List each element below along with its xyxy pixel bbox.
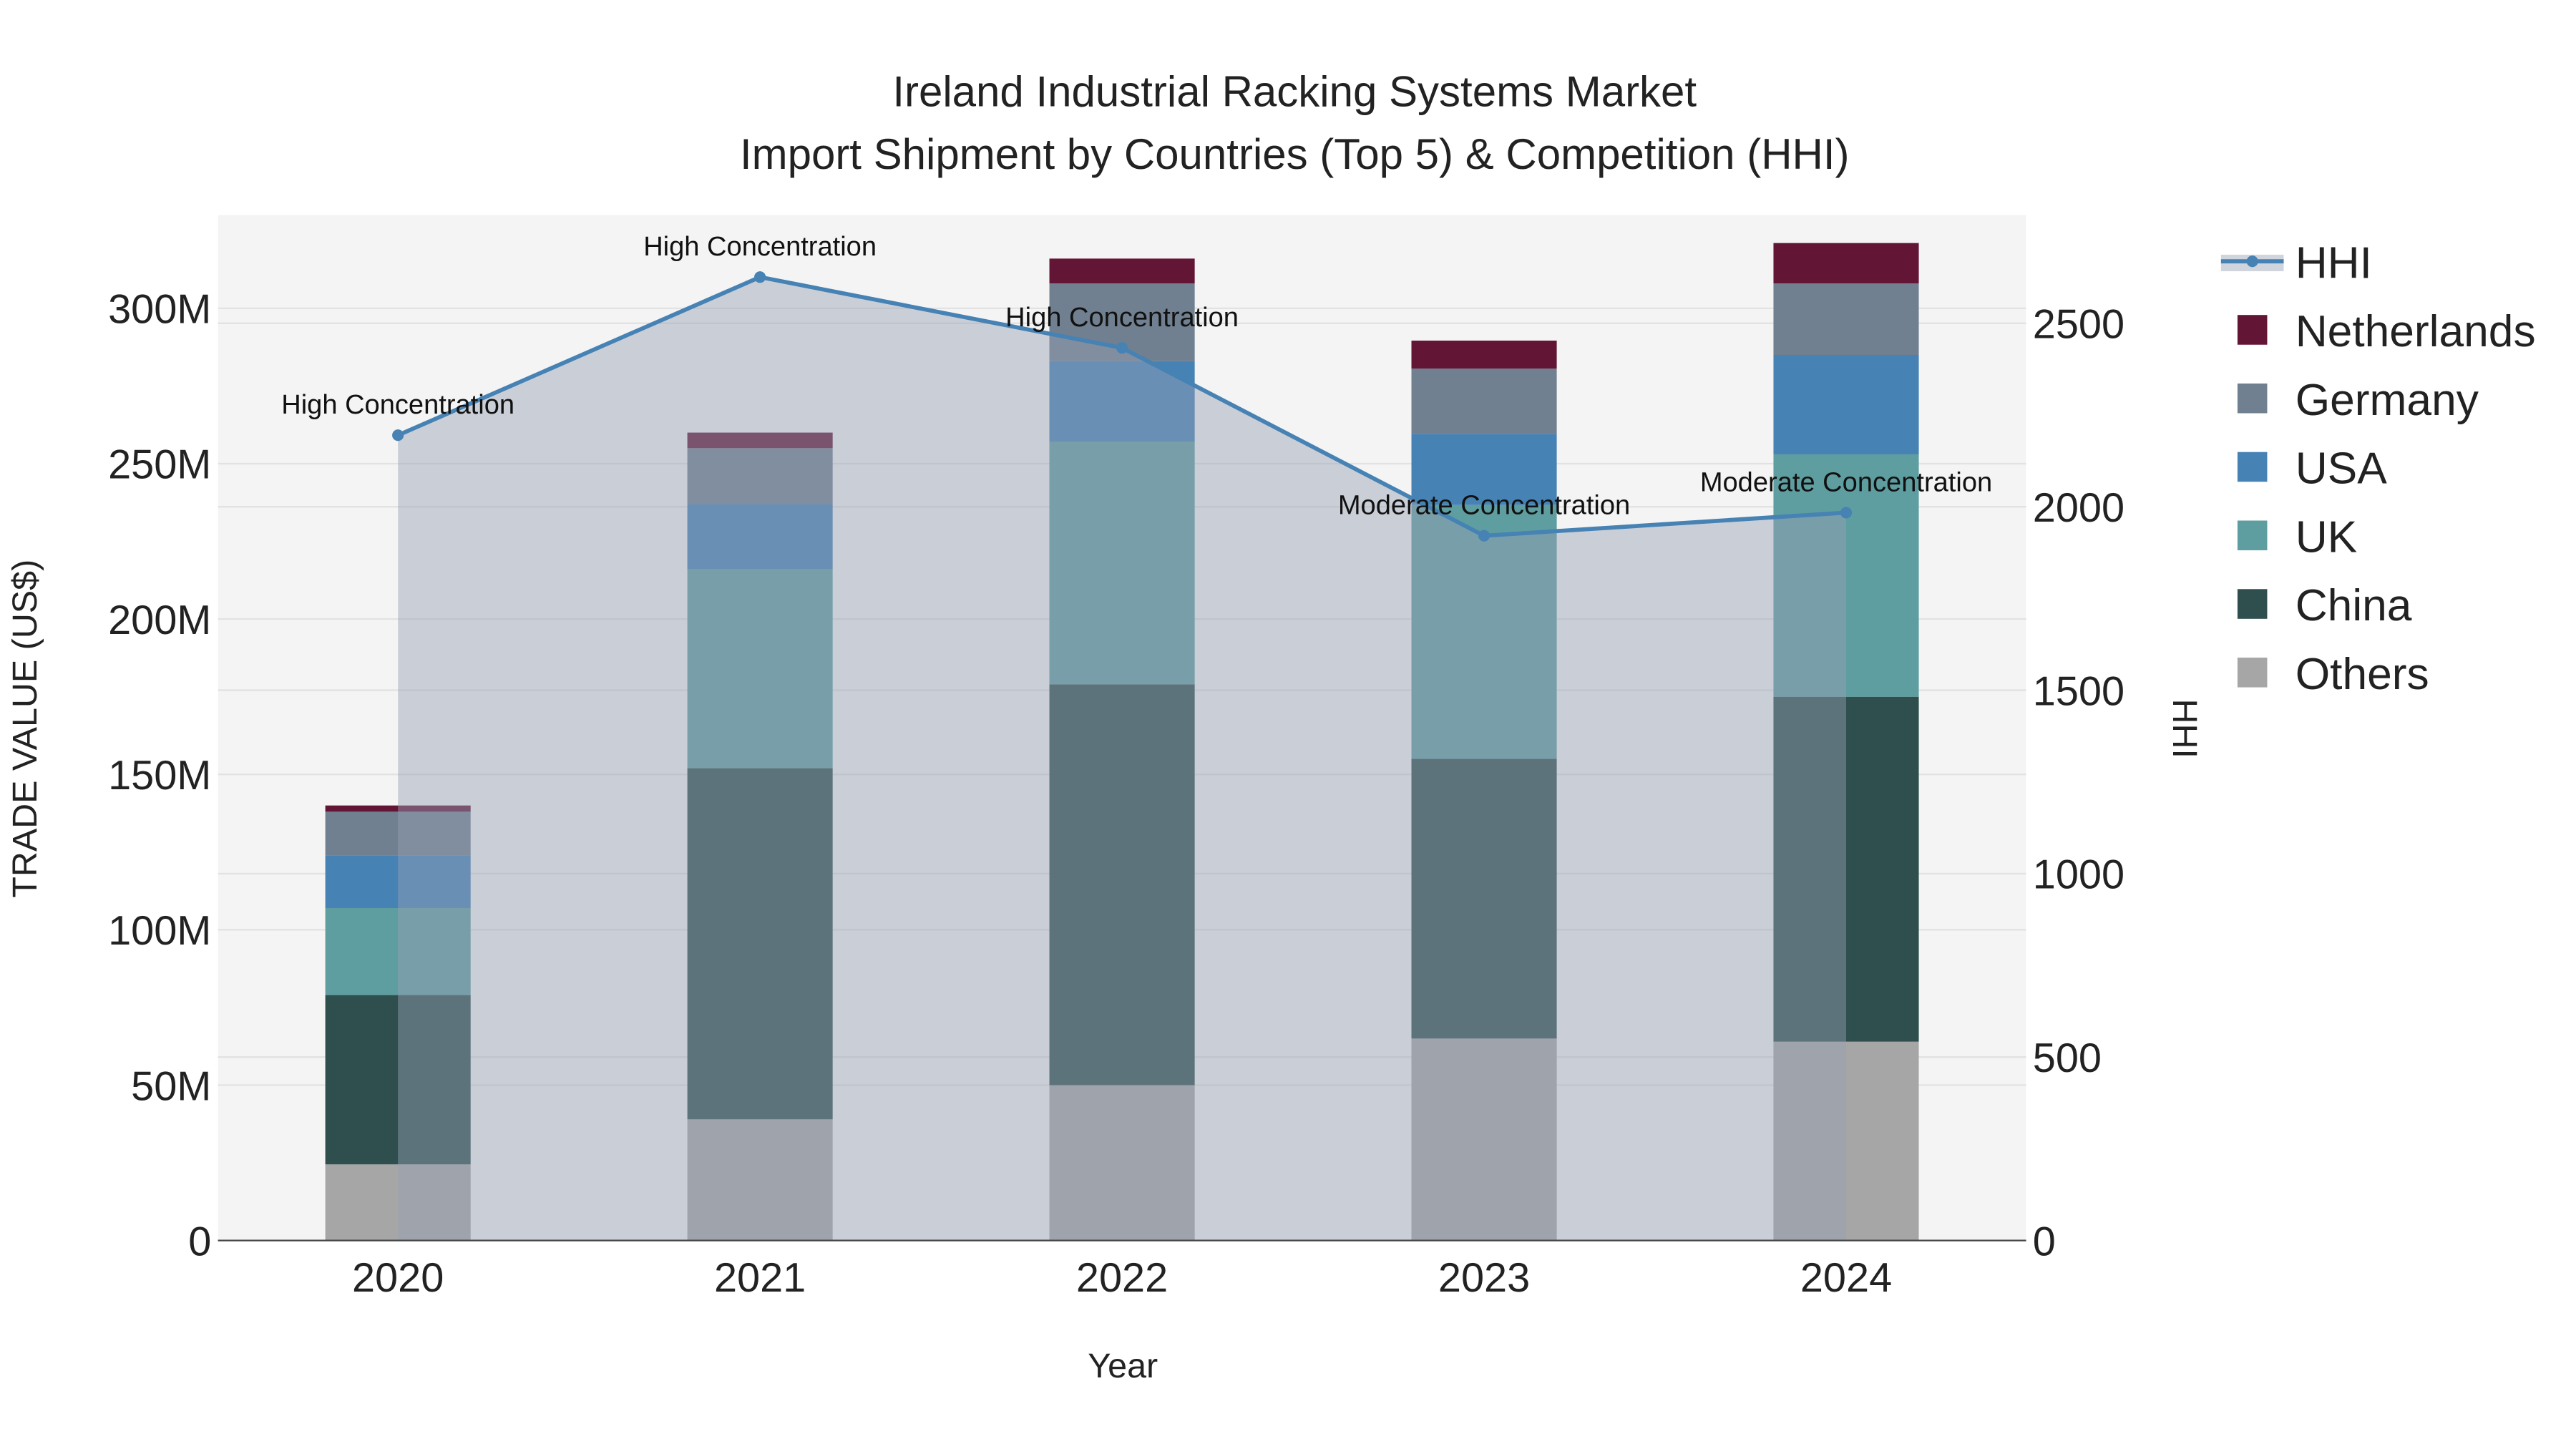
legend-swatch-usa [2237,452,2268,482]
legend-label-germany: Germany [2296,376,2479,425]
y-tick-label: 100M [108,908,211,954]
y2-axis-ticks: 0 500 1000 1500 2000 2500 [2033,302,2124,1265]
y-tick-label: 150M [108,753,211,799]
hhi-point [1840,507,1853,519]
y2-tick-label: 0 [2033,1219,2056,1264]
bar-usa-2024 [1773,354,1919,454]
y2-tick-label: 2000 [2033,485,2124,531]
chart-title-line1: Ireland Industrial Racking Systems Marke… [892,67,1697,115]
hhi-point [1116,342,1128,354]
hhi-point [392,429,404,441]
chart-title-line2: Import Shipment by Countries (Top 5) & C… [740,130,1850,178]
legend-label-others: Others [2296,650,2429,699]
y2-axis-title: HHI [2165,699,2204,758]
legend: HHI Netherlands Germany USA UK China Others [2220,238,2536,699]
bar-netherlands-2023 [1411,341,1557,369]
legend-label-uk: UK [2296,512,2358,562]
hhi-annotation: Moderate Concentration [1338,491,1630,521]
y-tick-label: 0 [188,1219,211,1264]
hhi-annotation: High Concentration [281,390,514,420]
y-axis-title: TRADE VALUE (US$) [6,560,44,898]
legend-swatch-china [2237,589,2268,619]
legend-swatch-others [2237,658,2268,688]
hhi-annotation: Moderate Concentration [1700,467,1992,497]
y-tick-label: 300M [108,287,211,333]
legend-swatch-uk [2237,520,2268,551]
x-tick-label: 2023 [1438,1255,1530,1301]
bar-netherlands-2022 [1049,258,1195,284]
legend-swatch-netherlands [2237,315,2268,345]
x-axis-title: Year [1088,1347,1158,1385]
chart: High Concentration High Concentration High… [6,67,2536,1385]
hhi-annotation: High Concentration [1005,303,1239,333]
legend-label-usa: USA [2296,444,2388,494]
x-tick-label: 2022 [1076,1255,1168,1301]
y2-tick-label: 2500 [2033,302,2124,348]
legend-label-hhi: HHI [2296,238,2372,288]
legend-label-china: China [2296,581,2412,630]
y2-tick-label: 500 [2033,1035,2102,1081]
legend-swatch-hhi-marker [2246,255,2258,268]
legend-label-netherlands: Netherlands [2296,307,2536,356]
hhi-point [1478,530,1491,542]
x-tick-label: 2024 [1800,1255,1892,1301]
x-tick-label: 2021 [714,1255,806,1301]
y2-tick-label: 1000 [2033,852,2124,898]
y-axis-ticks: 0 50M 100M 150M 200M 250M 300M [108,287,211,1265]
bar-germany-2024 [1773,283,1919,355]
bar-germany-2023 [1411,369,1557,434]
y2-tick-label: 1500 [2033,668,2124,714]
hhi-annotation: High Concentration [643,232,877,262]
bar-netherlands-2024 [1773,243,1919,284]
x-axis-ticks: 2020 2021 2022 2023 2024 [352,1255,1892,1301]
legend-swatch-germany [2237,383,2268,414]
y-tick-label: 250M [108,442,211,488]
y-tick-label: 50M [131,1063,211,1109]
x-tick-label: 2020 [352,1255,444,1301]
hhi-point [754,271,766,283]
y-tick-label: 200M [108,597,211,643]
